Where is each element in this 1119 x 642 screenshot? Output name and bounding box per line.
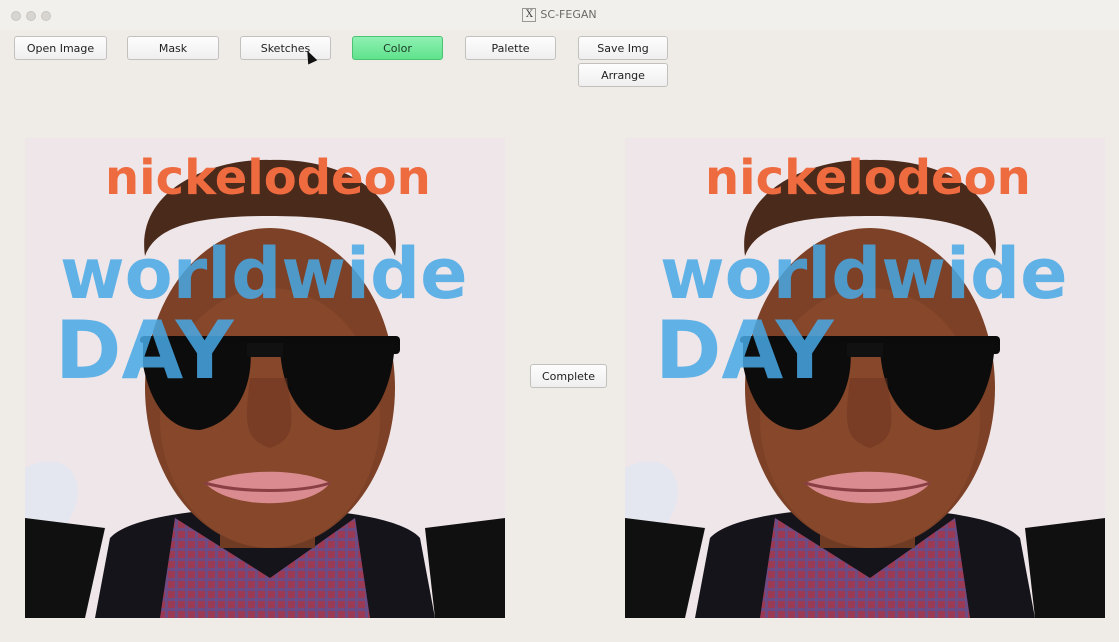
- mask-button[interactable]: Mask: [127, 36, 219, 60]
- palette-button[interactable]: Palette: [465, 36, 556, 60]
- logo-text-line3: DAY: [655, 304, 835, 397]
- window-title-area: X SC-FEGAN: [0, 6, 1119, 24]
- logo-text-line2: worldwide: [660, 233, 1068, 315]
- output-image-canvas: nickelodeon worldwide DAY: [625, 138, 1105, 618]
- title-bar: X SC-FEGAN: [0, 0, 1119, 30]
- complete-button[interactable]: Complete: [530, 364, 607, 388]
- input-image-canvas[interactable]: nickelodeon worldwide DAY: [25, 138, 505, 618]
- logo-text-line1: nickelodeon: [705, 150, 1031, 206]
- save-img-button[interactable]: Save Img: [578, 36, 668, 60]
- app-window: X SC-FEGAN Open Image Mask Sketches Color…: [0, 0, 1119, 642]
- sketches-button[interactable]: Sketches: [240, 36, 331, 60]
- arrange-button[interactable]: Arrange: [578, 63, 668, 87]
- output-portrait-image: nickelodeon worldwide DAY: [625, 138, 1105, 618]
- color-button[interactable]: Color: [352, 36, 443, 60]
- input-portrait-image: nickelodeon worldwide DAY: [25, 138, 505, 618]
- window-title: SC-FEGAN: [540, 8, 597, 21]
- open-image-button[interactable]: Open Image: [14, 36, 107, 60]
- x11-icon: X: [522, 8, 537, 22]
